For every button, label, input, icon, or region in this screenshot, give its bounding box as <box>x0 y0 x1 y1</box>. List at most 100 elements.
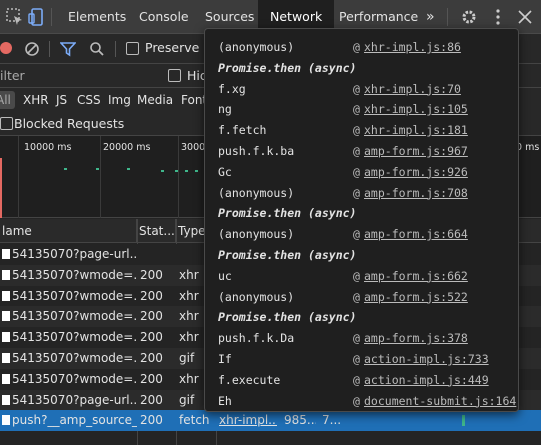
request-name: 54135070?wmode=... <box>12 330 137 345</box>
at-symbol: @ <box>353 164 360 179</box>
stack-function: f.xg <box>218 81 246 96</box>
request-name: 54135070?page-url... <box>12 392 137 407</box>
more-options-icon[interactable] <box>489 8 507 26</box>
stack-function: ng <box>218 102 232 117</box>
stack-source-link[interactable]: xhr-impl.js:181 <box>364 120 468 141</box>
stack-function: (anonymous) <box>218 185 295 200</box>
filter-input[interactable]: ilter <box>0 68 25 83</box>
device-toolbar-icon[interactable] <box>28 8 46 26</box>
stack-frame: (anonymous) @ amp-form.js:522 <box>205 287 518 308</box>
overview-mark <box>64 168 67 170</box>
stack-function: If <box>218 351 232 366</box>
inspect-element-icon[interactable] <box>6 8 24 26</box>
stack-async-separator: Promise.then (async) <box>205 245 518 266</box>
tab-elements[interactable]: Elements <box>60 0 134 34</box>
overview-mark <box>127 168 130 170</box>
stack-function: Promise.then (async) <box>218 60 357 75</box>
request-status: 200 <box>140 350 163 365</box>
request-name: push?__amp_source_... <box>12 413 137 428</box>
preserve-log-checkbox[interactable] <box>126 42 139 55</box>
request-status: 200 <box>140 330 163 345</box>
overview-mark <box>195 170 198 172</box>
at-symbol: @ <box>353 143 360 158</box>
stack-async-separator: Promise.then (async) <box>205 307 518 328</box>
clear-icon[interactable] <box>24 41 40 60</box>
stack-source-link[interactable]: xhr-impl.js:86 <box>364 37 461 58</box>
gridline <box>178 136 179 218</box>
overview-tick: 10000 ms <box>24 142 72 153</box>
stack-frame: If @ action-impl.js:733 <box>205 349 518 370</box>
request-time: 7... <box>322 413 342 428</box>
at-symbol: @ <box>353 331 360 346</box>
stack-frame: Gc @ amp-form.js:926 <box>205 162 518 183</box>
blocked-requests-label: Blocked Requests <box>14 116 125 131</box>
stack-source-link[interactable]: amp-form.js:664 <box>364 224 468 245</box>
column-header-status[interactable]: Stat... <box>137 219 176 243</box>
type-img[interactable]: Img <box>108 93 131 107</box>
stack-source-link[interactable]: document-submit.js:164 <box>364 391 516 412</box>
type-js[interactable]: JS <box>56 93 67 107</box>
at-symbol: @ <box>353 289 360 304</box>
divider <box>51 8 52 26</box>
request-icon <box>2 249 10 259</box>
stack-source-link[interactable]: amp-form.js:926 <box>364 162 468 183</box>
gear-icon[interactable] <box>460 8 478 26</box>
stack-source-link[interactable]: amp-form.js:662 <box>364 266 468 287</box>
overview-mark <box>175 170 178 172</box>
type-xhr[interactable]: XHR <box>23 93 49 107</box>
stack-source-link[interactable]: amp-form.js:378 <box>364 328 468 349</box>
request-status: 200 <box>140 371 163 386</box>
request-name: 54135070?wmode=... <box>12 371 137 386</box>
stack-function: uc <box>218 268 232 283</box>
stack-frame: push.f.k.Da @ amp-form.js:378 <box>205 328 518 349</box>
stack-frame: ng @ xhr-impl.js:105 <box>205 99 518 120</box>
stack-function: Eh <box>218 393 232 408</box>
filter-icon[interactable] <box>59 41 77 60</box>
stack-function: Gc <box>218 164 232 179</box>
stack-function: f.execute <box>218 372 281 387</box>
stack-frame: f.xg @ xhr-impl.js:70 <box>205 79 518 100</box>
table-row-selected[interactable]: push?__amp_source_... 200 fetch xhr-impl… <box>0 410 541 432</box>
stack-async-separator: Promise.then (async) <box>205 58 518 79</box>
blocked-requests-checkbox[interactable] <box>0 117 13 130</box>
request-name: 54135070?wmode=... <box>12 288 137 303</box>
stack-function: push.f.k.Da <box>218 331 295 346</box>
request-status: 200 <box>140 392 163 407</box>
request-icon <box>2 290 10 301</box>
divider <box>115 41 116 57</box>
at-symbol: @ <box>353 81 360 96</box>
overview-tick: 0 ms <box>516 142 540 153</box>
request-status: 200 <box>140 288 163 303</box>
stack-source-link[interactable]: action-impl.js:449 <box>364 370 489 391</box>
request-initiator-link[interactable]: xhr-impl... <box>219 410 277 431</box>
hide-data-urls-checkbox[interactable] <box>168 69 181 82</box>
stack-frame: Eh @ document-submit.js:164 <box>205 391 518 412</box>
stack-source-link[interactable]: xhr-impl.js:70 <box>364 79 461 100</box>
type-all-button[interactable]: All <box>0 91 15 109</box>
request-icon <box>2 394 10 405</box>
at-symbol: @ <box>353 351 360 366</box>
type-media[interactable]: Media <box>137 93 173 107</box>
gridline <box>100 136 101 218</box>
column-header-name[interactable]: lame <box>0 219 137 243</box>
divider <box>447 8 448 26</box>
stack-function: push.f.k.ba <box>218 143 295 158</box>
close-icon[interactable] <box>516 8 534 26</box>
stack-frame: f.fetch @ xhr-impl.js:181 <box>205 120 518 141</box>
stack-source-link[interactable]: xhr-impl.js:105 <box>364 99 468 120</box>
stack-function: Promise.then (async) <box>218 247 357 262</box>
stack-source-link[interactable]: action-impl.js:733 <box>364 349 489 370</box>
request-icon <box>2 332 10 343</box>
stack-source-link[interactable]: amp-form.js:967 <box>364 141 468 162</box>
request-status: 200 <box>140 413 163 428</box>
stack-source-link[interactable]: amp-form.js:522 <box>364 287 468 308</box>
at-symbol: @ <box>353 268 360 283</box>
request-size: 985... <box>284 413 316 428</box>
divider <box>49 41 50 57</box>
stack-source-link[interactable]: amp-form.js:708 <box>364 183 468 204</box>
tab-console[interactable]: Console <box>131 0 197 34</box>
record-icon[interactable] <box>0 42 12 54</box>
search-icon[interactable] <box>89 41 105 60</box>
at-symbol: @ <box>353 102 360 117</box>
type-css[interactable]: CSS <box>77 93 101 107</box>
